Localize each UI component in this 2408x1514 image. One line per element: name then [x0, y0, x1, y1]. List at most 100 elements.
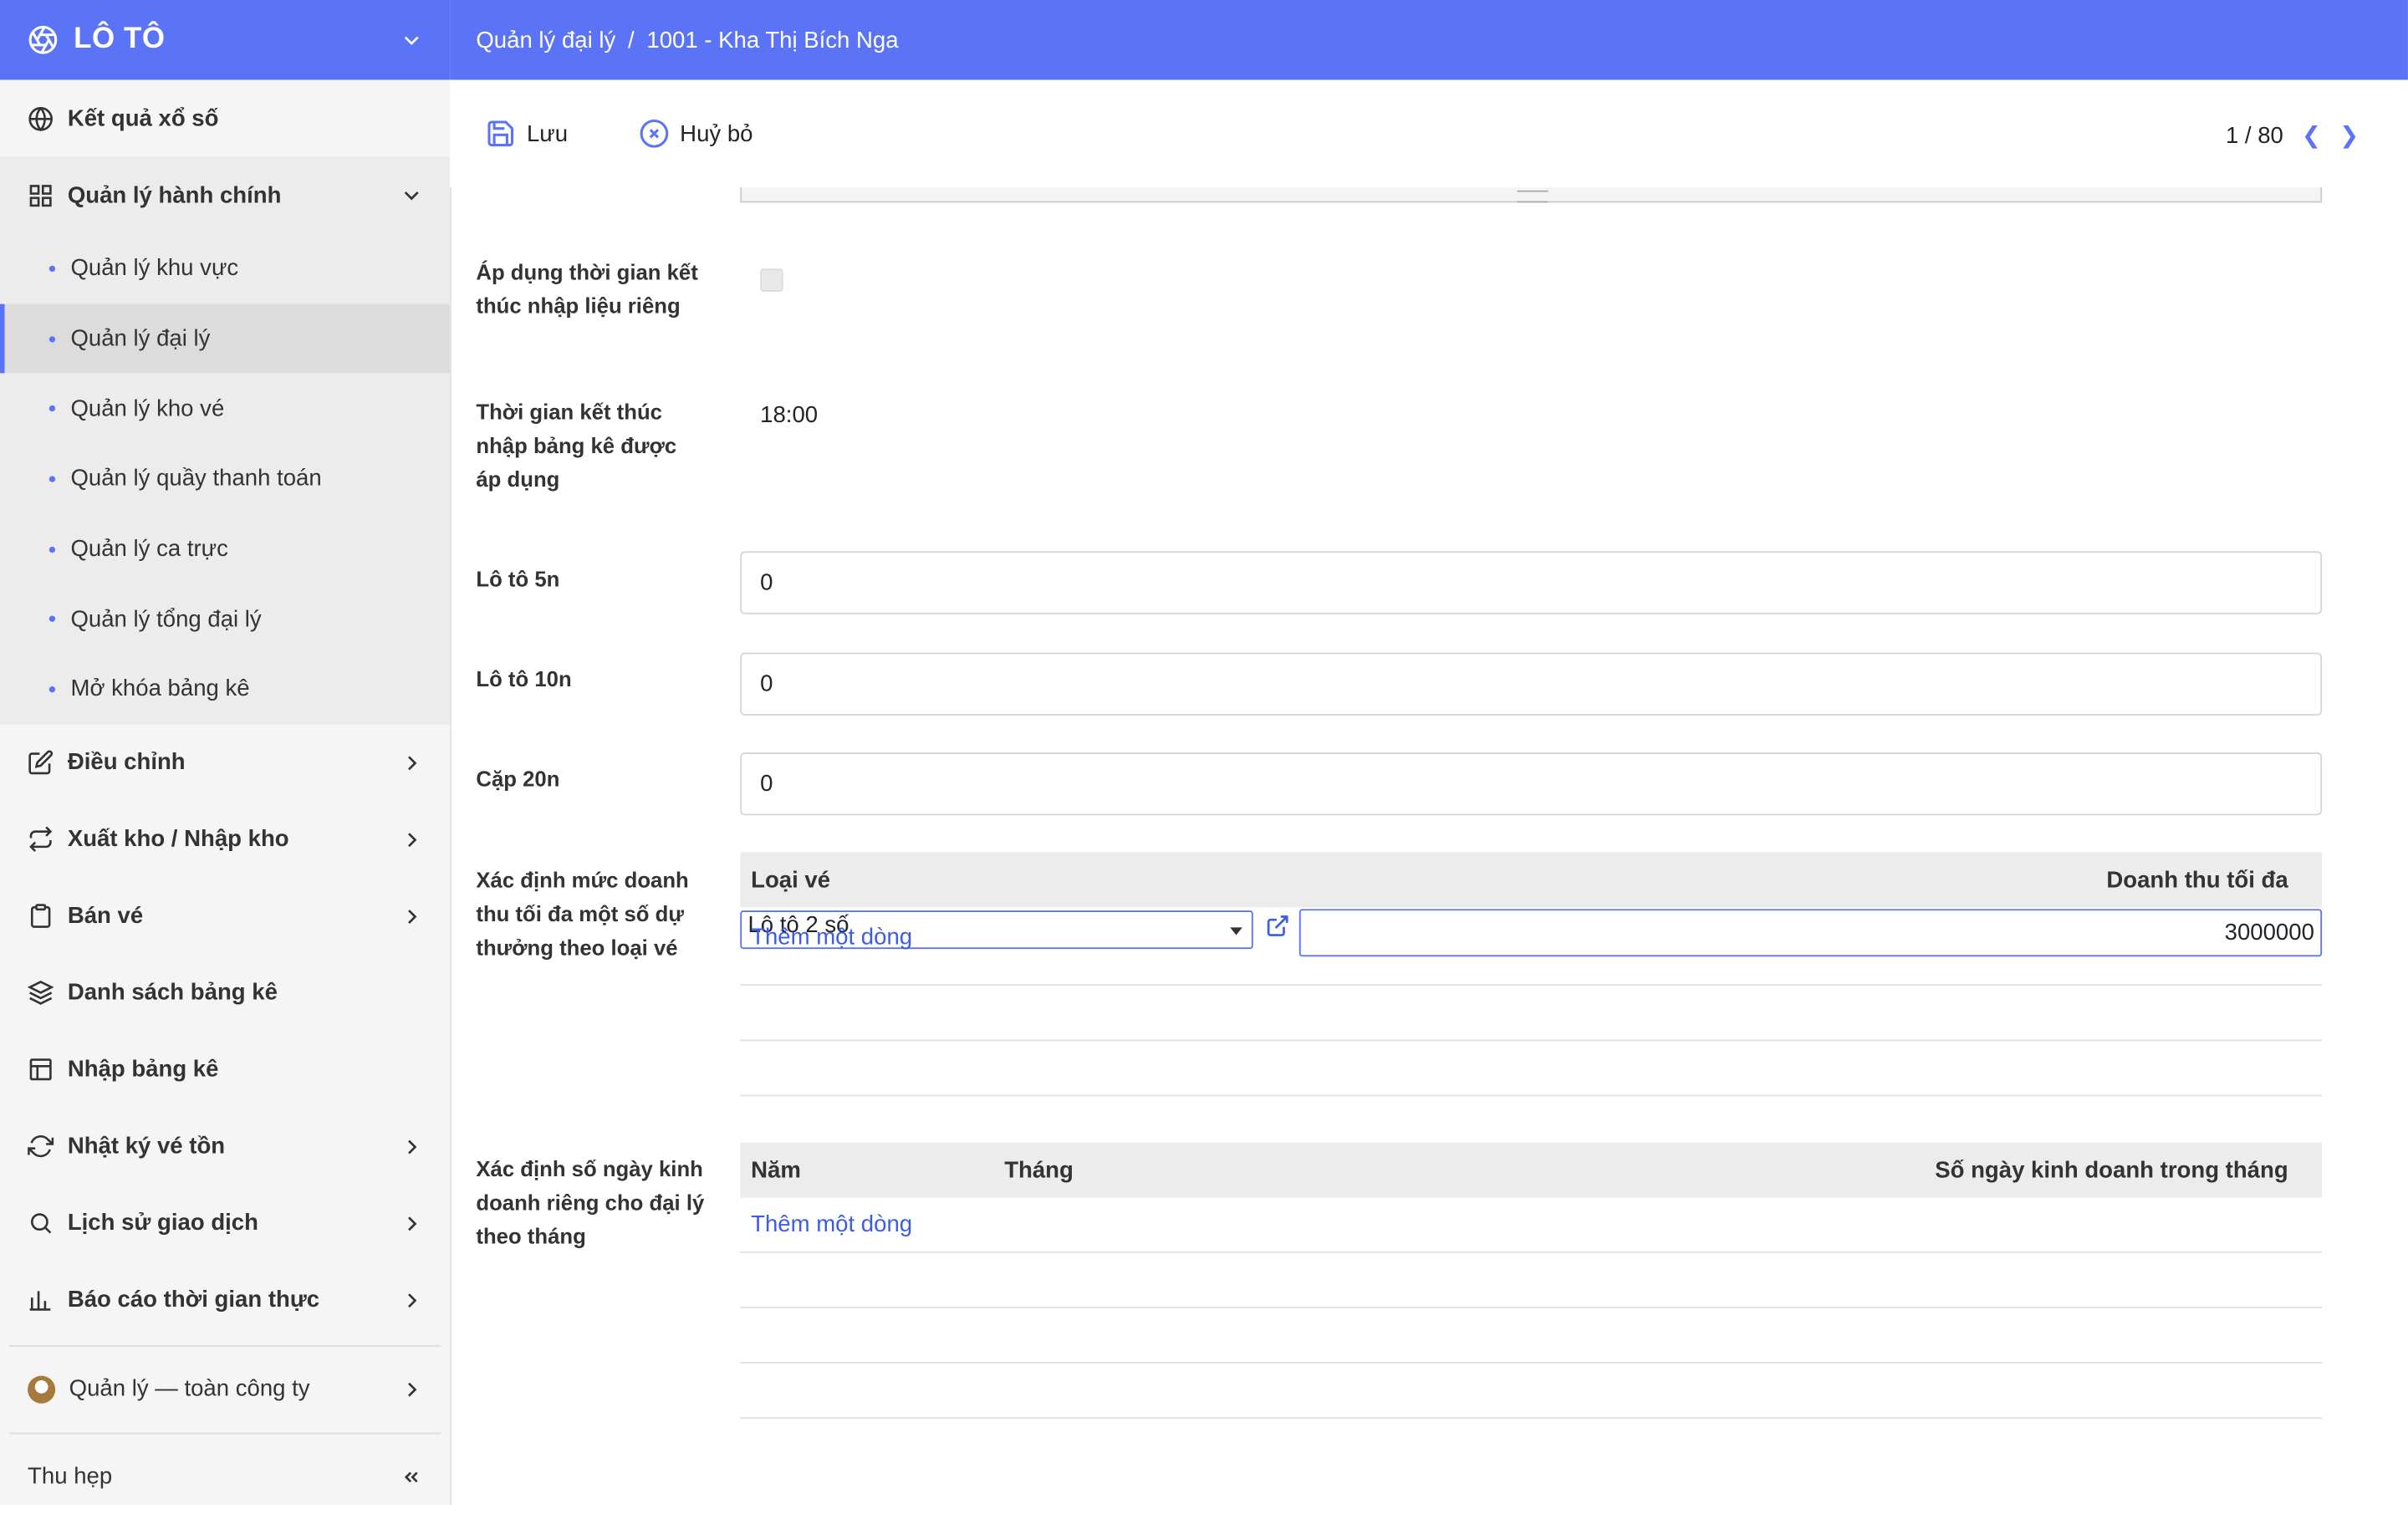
aperture-icon — [28, 25, 58, 54]
resize-handle-icon[interactable] — [1517, 190, 1548, 203]
column-header-ticket-type[interactable]: Loại vé — [751, 867, 2106, 893]
record-pager: 1 / 80 ❮ ❯ — [2226, 121, 2359, 149]
edit-icon — [28, 751, 54, 775]
chevron-right-icon[interactable]: ❯ — [2339, 121, 2359, 149]
revenue-limit-label: Xác định mức doanh thu tối đa một số dự … — [476, 867, 689, 960]
sidebar-item-label: Bán vé — [67, 903, 144, 930]
sidebar: LÔ TÔ Kết quả xổ số Quản lý hành chính Q… — [0, 0, 452, 1505]
sidebar-divider — [9, 1432, 441, 1435]
sidebar-collapse-button[interactable]: Thu hẹp — [0, 1440, 450, 1513]
caret-down-icon — [1230, 927, 1242, 935]
sidebar-subitem-payment-counter[interactable]: Quản lý quầy thanh toán — [0, 444, 450, 514]
sidebar-item-statement-list[interactable]: Danh sách bảng kê — [0, 955, 450, 1032]
sidebar-user-switcher[interactable]: Quản lý — toàn công ty — [0, 1353, 450, 1426]
business-days-label: Xác định số ngày kinh doanh riêng cho đạ… — [476, 1156, 705, 1249]
table-row — [740, 1041, 2323, 1097]
loto5-label: Lô tô 5n — [476, 566, 560, 592]
loto10-value: 0 — [760, 670, 773, 697]
chevron-left-icon[interactable]: ❮ — [2302, 121, 2321, 149]
column-header-month[interactable]: Tháng — [1004, 1157, 1935, 1183]
sidebar-subitem-unlock-statement[interactable]: Mở khóa bảng kê — [0, 655, 450, 725]
sidebar-item-label: Danh sách bảng kê — [67, 980, 278, 1007]
breadcrumb-parent-link[interactable]: Quản lý đại lý — [476, 27, 615, 53]
table-row — [740, 984, 2323, 1042]
breadcrumb-separator: / — [628, 27, 635, 54]
cap20-input[interactable]: 0 — [740, 752, 2323, 816]
column-header-max-revenue[interactable]: Doanh thu tối đa — [2106, 867, 2288, 893]
user-role-label: Quản lý — toàn công ty — [69, 1376, 310, 1403]
sidebar-subitem-label: Quản lý tổng đại lý — [70, 606, 262, 633]
sidebar-item-remaining-ticket-log[interactable]: Nhật ký vé tồn — [0, 1109, 450, 1185]
table-header: Loại vé Doanh thu tối đa — [740, 852, 2323, 908]
chevron-down-icon[interactable] — [400, 29, 422, 51]
app-brand[interactable]: LÔ TÔ — [0, 0, 451, 80]
cap20-label: Cặp 20n — [476, 766, 560, 791]
loto5-input[interactable]: 0 — [740, 551, 2323, 614]
sidebar-group-label: Quản lý hành chính — [67, 181, 282, 208]
bullet-icon — [48, 335, 56, 342]
end-time-value: 18:00 — [760, 402, 819, 429]
chevron-right-icon — [408, 1292, 417, 1308]
revenue-limit-table: Loại vé Doanh thu tối đa Lô tô 2 số 3000… — [740, 852, 2323, 1097]
loto5-value: 0 — [760, 569, 773, 596]
table-icon — [29, 1058, 52, 1081]
sidebar-subitem-general-agency[interactable]: Quản lý tổng đại lý — [0, 584, 450, 655]
sidebar-subitem-region[interactable]: Quản lý khu vực — [0, 233, 450, 303]
sidebar-item-label: Xuất kho / Nhập kho — [67, 826, 289, 853]
chevron-right-icon — [408, 1216, 417, 1231]
bullet-icon — [48, 546, 56, 553]
table-row: Thêm một dòng — [740, 1198, 2323, 1253]
app-title: LÔ TÔ — [74, 23, 166, 56]
pager-value: 1 / 80 — [2225, 122, 2283, 149]
add-line-link[interactable]: Thêm một dòng — [740, 1198, 2322, 1253]
sidebar-item-sell-tickets[interactable]: Bán vé — [0, 878, 450, 955]
cancel-button[interactable]: Huỷ bỏ — [639, 118, 753, 149]
sidebar-item-label: Kết quả xổ số — [67, 105, 219, 132]
sidebar-item-enter-statement[interactable]: Nhập bảng kê — [0, 1032, 450, 1109]
bar-chart-icon — [29, 1291, 51, 1312]
loto10-label: Lô tô 10n — [476, 666, 572, 691]
sidebar-subitem-ticket-stock[interactable]: Quản lý kho vé — [0, 374, 450, 444]
bullet-icon — [48, 265, 56, 272]
chevron-right-icon — [408, 1382, 417, 1397]
sidebar-subitem-agency[interactable]: Quản lý đại lý — [0, 303, 451, 375]
table-header: Năm Tháng Số ngày kinh doanh trong tháng — [740, 1142, 2323, 1198]
form-content: Áp dụng thời gian kết thúc nhập liệu riê… — [450, 187, 2408, 1505]
sidebar-subitem-label: Mở khóa bảng kê — [70, 676, 250, 703]
sidebar-group-administration[interactable]: Quản lý hành chính — [0, 156, 451, 234]
sidebar-subitem-shift[interactable]: Quản lý ca trực — [0, 514, 450, 584]
bullet-icon — [48, 686, 56, 693]
sidebar-subitem-label: Quản lý khu vực — [70, 255, 239, 282]
sidebar-item-label: Nhật ký vé tồn — [67, 1134, 226, 1160]
external-link-icon[interactable] — [1265, 914, 1289, 938]
sidebar-item-stock-transfer[interactable]: Xuất kho / Nhập kho — [0, 801, 450, 878]
cancel-label: Huỷ bỏ — [680, 120, 753, 147]
avatar — [28, 1375, 56, 1404]
sidebar-item-realtime-report[interactable]: Báo cáo thời gian thực — [0, 1262, 450, 1338]
sidebar-item-label: Điều chỉnh — [67, 749, 186, 777]
sidebar-item-transaction-history[interactable]: Lịch sử giao dịch — [0, 1185, 450, 1262]
bullet-icon — [48, 476, 56, 482]
sidebar-item-adjustment[interactable]: Điều chỉnh — [0, 725, 450, 802]
column-header-year[interactable]: Năm — [751, 1157, 1004, 1183]
sidebar-divider — [9, 1344, 441, 1347]
apply-end-time-label: Áp dụng thời gian kết thúc nhập liệu riê… — [476, 259, 698, 319]
collapse-label: Thu hẹp — [28, 1463, 113, 1491]
table-row — [740, 1308, 2323, 1364]
add-line-link[interactable]: Thêm một dòng — [740, 920, 912, 956]
save-button[interactable]: Lưu — [485, 118, 568, 149]
text-area-resize-frame — [740, 187, 2323, 203]
table-row — [740, 1253, 2323, 1308]
chevron-right-icon — [408, 909, 417, 924]
chevron-right-icon — [408, 832, 417, 847]
column-header-business-days[interactable]: Số ngày kinh doanh trong tháng — [1935, 1157, 2288, 1183]
sidebar-item-lottery-results[interactable]: Kết quả xổ số — [0, 80, 450, 157]
max-revenue-input[interactable]: 3000000 — [1298, 909, 2323, 957]
end-time-label: Thời gian kết thúc nhập bảng kê được áp … — [476, 399, 677, 492]
sidebar-subitem-label: Quản lý ca trực — [70, 536, 228, 563]
sidebar-item-label: Lịch sử giao dịch — [67, 1210, 258, 1237]
globe-icon — [28, 106, 53, 131]
loto10-input[interactable]: 0 — [740, 652, 2323, 716]
transfer-icon — [29, 827, 53, 853]
apply-end-time-checkbox[interactable] — [760, 268, 783, 292]
